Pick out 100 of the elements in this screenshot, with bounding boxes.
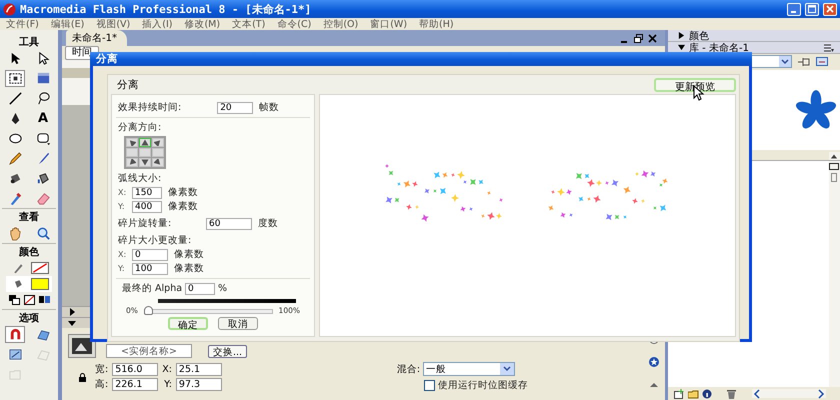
number-field[interactable]: 150 [132,186,162,198]
menu-item[interactable]: 窗口(W) [370,18,408,30]
pencil-icon [8,151,22,166]
transform-icon [8,71,22,86]
new-library-icon[interactable] [816,56,828,66]
unit-label: 像素数 [174,248,204,261]
transform-tool-button[interactable] [5,70,25,87]
collapse-arrow-icon[interactable] [68,319,76,327]
menu-item[interactable]: 修改(M) [184,18,220,30]
unit-label: 像素数 [168,200,198,213]
expand-arrow-icon[interactable] [678,32,685,39]
default-colors-icon[interactable] [8,295,20,305]
expand-arrow-icon[interactable] [68,308,76,316]
number-field[interactable]: 400 [132,200,162,212]
panel-title[interactable]: 颜色 [689,28,709,42]
panel-title[interactable]: 库 - 未命名-1 [689,40,749,54]
panel-menu-icon[interactable] [824,44,834,52]
duration-field[interactable]: 20 [217,102,254,114]
menu-item[interactable]: 文本(T) [232,18,266,30]
number-field[interactable]: 516.0 [112,363,158,376]
direction-cell[interactable] [152,158,164,167]
alpha-field[interactable]: 0 [185,282,216,294]
menu-item[interactable]: 控制(O) [323,18,358,30]
direction-cell[interactable] [139,158,151,167]
direction-cell[interactable] [126,148,138,157]
menu-item[interactable]: 文件(F) [6,18,39,30]
axis-label: Y: [118,202,126,211]
unit-label: 度数 [258,217,278,230]
unit-label: 帧数 [259,101,280,114]
menu-item[interactable]: 命令(C) [277,18,312,30]
wide-view-icon[interactable] [829,162,839,171]
pin-icon[interactable] [798,56,810,66]
line-icon [8,91,22,106]
collapse-arrow-icon[interactable] [678,44,685,51]
size-label: 高: [95,378,108,391]
restore-icon[interactable] [634,34,643,43]
star-icon[interactable] [649,357,659,367]
menu-item[interactable]: 插入(I) [142,18,172,30]
fill-color-swatch[interactable] [31,278,49,290]
gradient-icon [36,71,50,86]
direction-cell[interactable] [152,138,164,147]
checkbox[interactable] [424,380,435,391]
number-field[interactable]: 0 [132,248,168,260]
dialog-button[interactable]: 确定 [168,317,208,330]
bucket-icon [36,171,50,186]
number-field[interactable]: 25.1 [176,363,222,376]
straighten-icon [8,347,22,362]
scrollbar[interactable] [829,161,840,387]
unit-label: 像素数 [168,186,198,199]
app-logo-icon [3,2,16,16]
slider-thumb[interactable] [144,306,153,315]
swap-colors-icon[interactable] [38,295,50,305]
instance-name-field[interactable]: <实例名称> [106,344,192,358]
view-heading: 查看 [19,210,39,224]
number-field[interactable]: 100 [132,262,168,274]
magnet-tool-button[interactable] [5,326,25,343]
checkbox-label: 使用运行时位图缓存 [438,379,528,392]
trash-icon[interactable] [726,388,737,398]
number-field[interactable]: 226.1 [112,378,158,391]
alpha-label: 最终的 Alpha [122,282,182,295]
number-field[interactable]: 97.3 [176,378,222,391]
unit-label: 像素数 [174,262,204,275]
blend-label: 混合: [396,362,420,376]
oval-icon [8,131,22,146]
rectangle-icon [36,131,50,146]
alpha-slider[interactable] [144,306,273,315]
direction-cell[interactable] [126,158,138,167]
menu-item[interactable]: 帮助(H) [419,18,454,30]
no-color-icon[interactable] [24,295,34,305]
direction-cell[interactable] [139,138,151,147]
menu-item[interactable]: 视图(V) [96,18,130,30]
direction-cell[interactable] [152,148,164,157]
rotation-label: 碎片旋转量: [118,217,172,230]
percent-label: % [218,283,228,294]
lock-icon[interactable] [78,372,87,382]
rotation-field[interactable]: 60 [206,218,252,230]
close-button[interactable] [823,2,837,16]
window-title: Macromedia Flash Professional 8 - [未命名-1*] [20,2,312,16]
direction-cell[interactable] [126,138,138,147]
minimize-button[interactable] [787,2,801,16]
scrollbar[interactable] [752,389,826,398]
blend-dropdown[interactable]: 一般 [423,362,516,376]
close-icon[interactable] [648,34,657,43]
size-label: X: [162,364,172,375]
duration-label: 效果持续时间: [118,101,182,114]
maximize-icon [808,5,816,13]
options-heading: 选项 [19,312,39,325]
dialog-button[interactable]: 取消 [218,317,258,330]
menu-item[interactable]: 编辑(E) [50,18,84,30]
swap-button[interactable]: 交换... [208,345,248,358]
text-tool-button[interactable]: A [33,110,53,127]
axis-label: X: [118,250,126,259]
flower-drawing [796,90,836,130]
direction-cell[interactable] [139,148,151,157]
new-symbol-icon[interactable] [674,388,685,398]
document-tab[interactable]: 未命名-1* [66,30,127,46]
tools-heading: 工具 [19,36,39,49]
info-icon[interactable] [702,388,713,398]
movie-clip-symbol-icon [68,334,96,358]
maximize-button[interactable] [805,2,819,16]
